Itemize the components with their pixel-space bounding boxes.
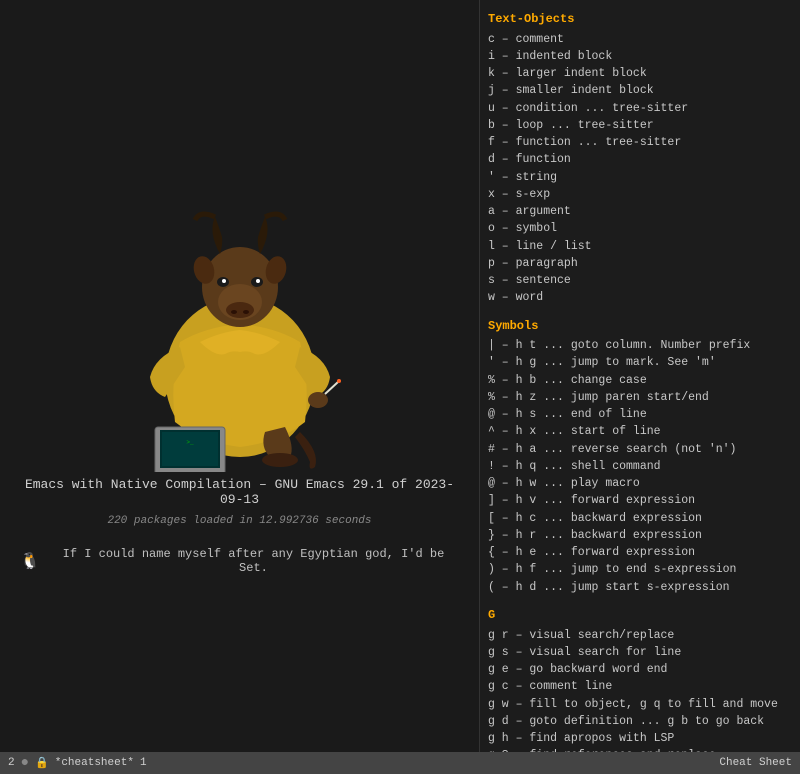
list-item: [ – h c ... backward expression <box>488 510 792 527</box>
list-item: g r – visual search/replace <box>488 627 792 644</box>
list-item: ) – h f ... jump to end s-expression <box>488 561 792 578</box>
list-item: d – function <box>488 151 792 168</box>
list-item: c – comment <box>488 31 792 48</box>
list-item: @ – h w ... play macro <box>488 475 792 492</box>
list-item: ! – h q ... shell command <box>488 458 792 475</box>
status-lock-icon: 🔒 <box>35 756 49 770</box>
list-item: } – h r ... backward expression <box>488 527 792 544</box>
list-item: w – word <box>488 289 792 306</box>
status-right-text: Cheat Sheet <box>719 757 792 769</box>
list-item: p – paragraph <box>488 255 792 272</box>
symbols-list: | – h t ... goto column. Number prefix' … <box>488 337 792 596</box>
list-item: g e – go backward word end <box>488 661 792 678</box>
list-item: b – loop ... tree-sitter <box>488 117 792 134</box>
list-item: g d – goto definition ... g b to go back <box>488 713 792 730</box>
list-item: % – h z ... jump paren start/end <box>488 389 792 406</box>
list-item: ( – h d ... jump start s-expression <box>488 579 792 596</box>
svg-text:>_: >_ <box>186 439 194 446</box>
status-col: 1 <box>140 757 147 769</box>
list-item: ' – string <box>488 169 792 186</box>
list-item: ' – h g ... jump to mark. See 'm' <box>488 354 792 371</box>
quote-line: 🐧 If I could name myself after any Egypt… <box>20 547 459 575</box>
list-item: u – condition ... tree-sitter <box>488 100 792 117</box>
packages-subtitle: 220 packages loaded in 12.992736 seconds <box>107 515 371 527</box>
left-panel: >_ Emacs with Native Compilation – GNU E… <box>0 0 480 752</box>
list-item: l – line / list <box>488 238 792 255</box>
list-item: g s – visual search for line <box>488 644 792 661</box>
list-item: f – function ... tree-sitter <box>488 134 792 151</box>
list-item: { – h e ... forward expression <box>488 544 792 561</box>
status-dot: ● <box>21 755 29 771</box>
list-item: x – s-exp <box>488 186 792 203</box>
status-bar: 2 ● 🔒 *cheatsheet* 1 Cheat Sheet <box>0 752 800 774</box>
list-item: @ – h s ... end of line <box>488 406 792 423</box>
emacs-logo-icon: 🐧 <box>20 551 40 571</box>
status-filename: *cheatsheet* <box>55 757 134 769</box>
text-objects-title: Text-Objects <box>488 10 792 29</box>
list-item: i – indented block <box>488 48 792 65</box>
emacs-title: Emacs with Native Compilation – GNU Emac… <box>20 477 459 507</box>
right-panel: Text-Objects c – commenti – indented blo… <box>480 0 800 752</box>
gnu-mascot: >_ <box>90 177 390 477</box>
text-objects-list: c – commenti – indented blockk – larger … <box>488 31 792 307</box>
list-item: g c – comment line <box>488 678 792 695</box>
list-item: # – h a ... reverse search (not 'n') <box>488 441 792 458</box>
status-num: 2 <box>8 757 15 769</box>
list-item: k – larger indent block <box>488 65 792 82</box>
g-list: g r – visual search/replaceg s – visual … <box>488 627 792 752</box>
list-item: ] – h v ... forward expression <box>488 492 792 509</box>
quote-text: If I could name myself after any Egyptia… <box>48 547 459 575</box>
list-item: ^ – h x ... start of line <box>488 423 792 440</box>
list-item: s – sentence <box>488 272 792 289</box>
list-item: % – h b ... change case <box>488 372 792 389</box>
list-item: g h – find apropos with LSP <box>488 730 792 747</box>
list-item: o – symbol <box>488 220 792 237</box>
symbols-title: Symbols <box>488 317 792 336</box>
g-title: G <box>488 606 792 625</box>
list-item: g w – fill to object, g q to fill and mo… <box>488 696 792 713</box>
list-item: a – argument <box>488 203 792 220</box>
list-item: j – smaller indent block <box>488 82 792 99</box>
list-item: | – h t ... goto column. Number prefix <box>488 337 792 354</box>
